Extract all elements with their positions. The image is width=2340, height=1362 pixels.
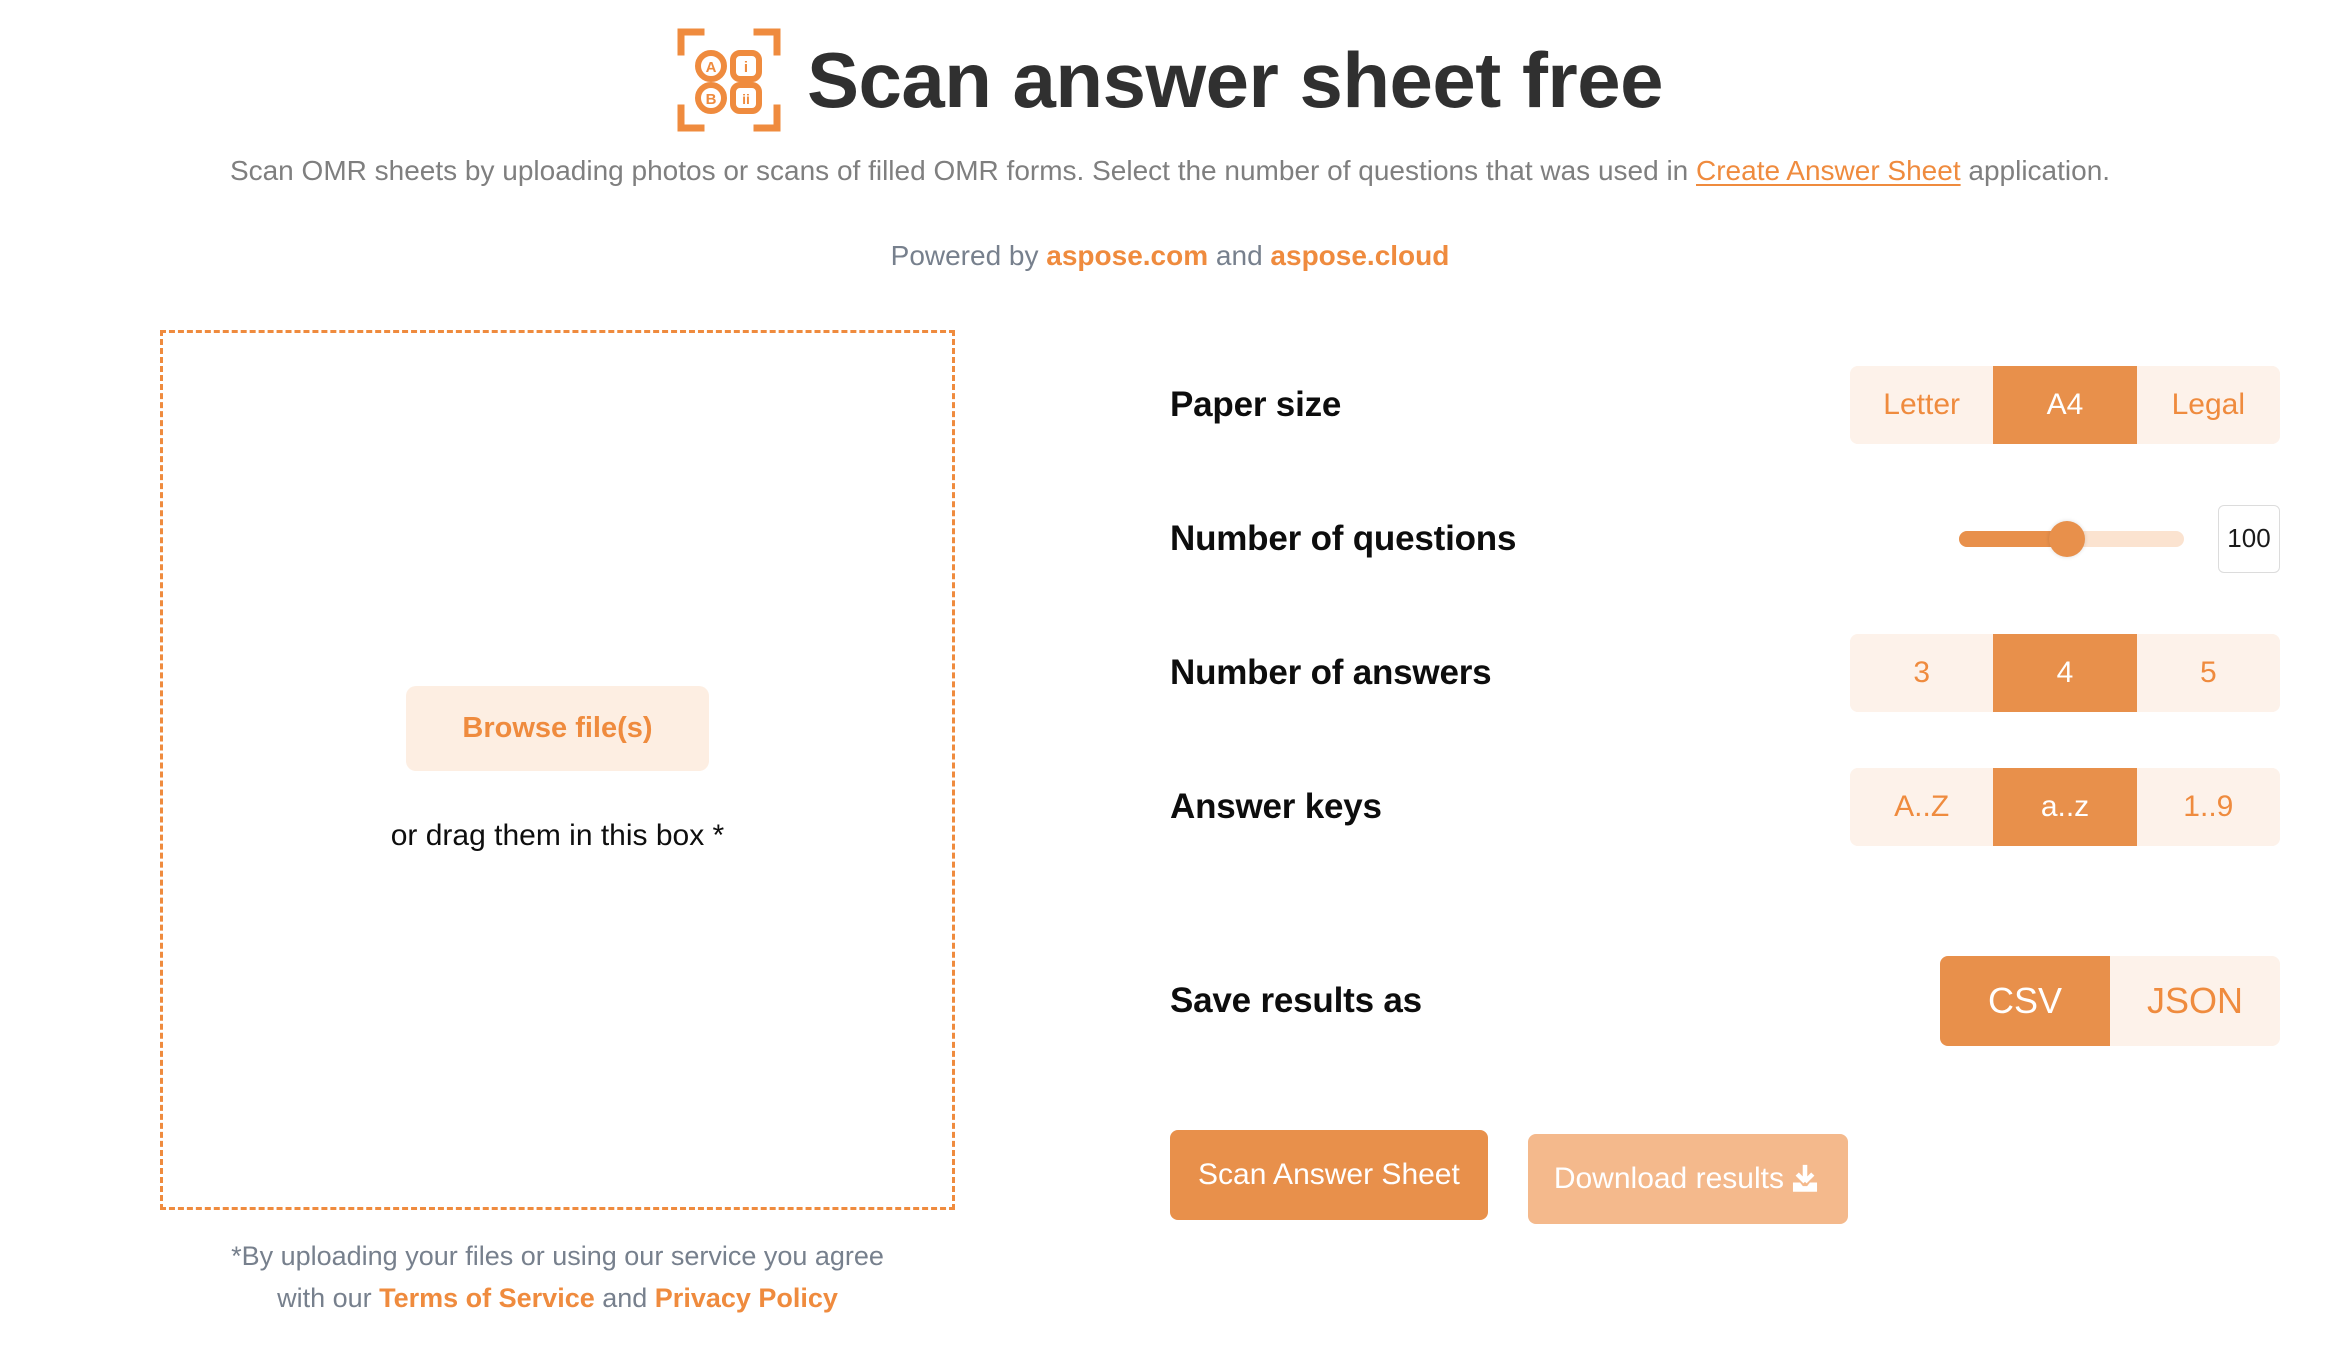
download-results-button[interactable]: Download results [1527, 1133, 1848, 1224]
answer-keys-row: Answer keys A..Z a..z 1..9 [1170, 740, 2280, 874]
terms-of-service-link[interactable]: Terms of Service [379, 1283, 595, 1313]
save-results-as-control: CSV JSON [1850, 955, 2280, 1046]
number-of-answers-segmented[interactable]: 3 4 5 [1850, 634, 2280, 712]
save-results-as-toggle[interactable]: CSV JSON [1940, 955, 2280, 1046]
svg-text:A: A [706, 59, 717, 76]
number-of-questions-label: Number of questions [1170, 518, 1517, 558]
number-of-questions-control: 100 [1850, 504, 2280, 573]
number-of-questions-slider[interactable] [1959, 520, 2184, 557]
download-icon [1788, 1162, 1822, 1196]
page-subtitle: Scan OMR sheets by uploading photos or s… [0, 152, 2340, 190]
paper-size-option-legal[interactable]: Legal [2136, 366, 2280, 444]
paper-size-segmented[interactable]: Letter A4 Legal [1850, 366, 2280, 444]
svg-text:ii: ii [742, 91, 750, 107]
save-results-as-row: Save results as CSV JSON [1170, 934, 2280, 1068]
answer-keys-option-lowercase[interactable]: a..z [1993, 768, 2137, 846]
paper-size-option-a4[interactable]: A4 [1993, 366, 2137, 444]
svg-text:B: B [706, 91, 717, 108]
drag-hint-text: or drag them in this box * [390, 819, 725, 853]
answer-keys-control: A..Z a..z 1..9 [1850, 768, 2280, 846]
privacy-policy-link[interactable]: Privacy Policy [655, 1283, 838, 1313]
slider-thumb[interactable] [2049, 520, 2085, 557]
omr-scan-logo-icon: A B i ii [677, 28, 781, 132]
legal-line-1: *By uploading your files or using our se… [231, 1240, 884, 1271]
powered-by-middle: and [1208, 239, 1271, 271]
file-dropzone[interactable]: Browse file(s) or drag them in this box … [160, 329, 955, 1210]
powered-by-prefix: Powered by [890, 239, 1047, 271]
settings-column: Paper size Letter A4 Legal Number of que… [955, 330, 2280, 1320]
download-results-label: Download results [1553, 1161, 1784, 1195]
page-header: A B i ii Scan answer sheet free Scan OMR… [0, 0, 2340, 272]
subtitle-text-before: Scan OMR sheets by uploading photos or s… [229, 155, 1697, 186]
svg-text:i: i [744, 59, 748, 76]
paper-size-label: Paper size [1170, 384, 1342, 424]
paper-size-row: Paper size Letter A4 Legal [1170, 338, 2280, 472]
aspose-com-link[interactable]: aspose.com [1046, 240, 1208, 271]
number-of-answers-option-4[interactable]: 4 [1993, 634, 2137, 712]
number-of-answers-option-3[interactable]: 3 [1850, 634, 1994, 712]
upload-column: Browse file(s) or drag them in this box … [160, 329, 955, 1320]
legal-line-2-prefix: with our [277, 1282, 380, 1313]
questions-slider-wrap: 100 [1850, 504, 2280, 573]
aspose-cloud-link[interactable]: aspose.cloud [1270, 240, 1449, 271]
legal-line-2-middle: and [594, 1282, 655, 1313]
number-of-answers-label: Number of answers [1170, 652, 1492, 692]
save-results-option-csv[interactable]: CSV [1940, 955, 2110, 1046]
browse-files-button[interactable]: Browse file(s) [406, 686, 709, 772]
create-answer-sheet-link[interactable]: Create Answer Sheet [1696, 155, 1961, 186]
answer-keys-option-uppercase[interactable]: A..Z [1850, 768, 1994, 846]
save-results-as-label: Save results as [1170, 980, 1422, 1020]
title-row: A B i ii Scan answer sheet free [0, 28, 2340, 132]
number-of-answers-option-5[interactable]: 5 [2136, 634, 2280, 712]
legal-line-2: with our Terms of Service and Privacy Po… [160, 1278, 955, 1320]
number-of-questions-row: Number of questions 100 [1170, 472, 2280, 606]
action-buttons: Scan Answer Sheet Download results [1170, 1129, 2280, 1224]
legal-disclaimer: *By uploading your files or using our se… [160, 1236, 955, 1320]
main-content: Browse file(s) or drag them in this box … [0, 329, 2340, 1320]
number-of-questions-input[interactable]: 100 [2218, 504, 2280, 573]
subtitle-text-after: application. [1960, 155, 2111, 186]
powered-by: Powered by aspose.com and aspose.cloud [0, 240, 2340, 272]
number-of-answers-row: Number of answers 3 4 5 [1170, 606, 2280, 740]
scan-answer-sheet-button[interactable]: Scan Answer Sheet [1170, 1129, 1488, 1220]
answer-keys-segmented[interactable]: A..Z a..z 1..9 [1850, 768, 2280, 846]
answer-keys-label: Answer keys [1170, 786, 1382, 826]
paper-size-control: Letter A4 Legal [1850, 366, 2280, 444]
page-title: Scan answer sheet free [806, 36, 1664, 124]
save-results-option-json[interactable]: JSON [2110, 955, 2280, 1046]
answer-keys-option-numeric[interactable]: 1..9 [2136, 768, 2280, 846]
paper-size-option-letter[interactable]: Letter [1850, 366, 1994, 444]
number-of-answers-control: 3 4 5 [1850, 634, 2280, 712]
